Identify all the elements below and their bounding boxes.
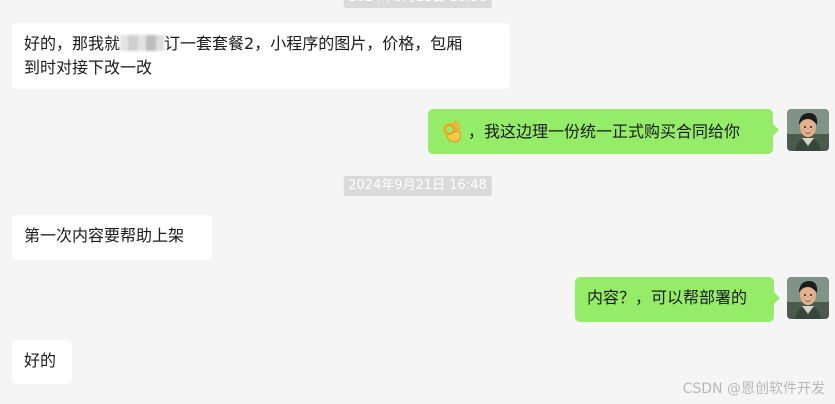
csdn-watermark: CSDN @恩创软件开发 <box>682 381 825 397</box>
message-text: 第一次内容要帮助上架 <box>24 226 185 245</box>
message-bubble-sent[interactable]: ，我这边理一份统一正式购买合同给你 <box>428 109 779 154</box>
message-text: ，我这边理一份统一正式购买合同给你 <box>468 121 741 141</box>
message-bubble-received[interactable]: 第一次内容要帮助上架 <box>12 215 212 260</box>
message-text: 好的 <box>24 351 57 370</box>
message-text: 到时对接下改一改 <box>24 58 153 77</box>
message-bubble-sent[interactable]: 内容？，可以帮部署的 <box>575 277 780 322</box>
chat-timestamp: 2024年9月21日 16:48 <box>343 176 492 196</box>
message-bubble-received[interactable]: 好的 <box>12 340 72 384</box>
message-text: 好的，那我就 <box>24 34 121 53</box>
message-text: 内容？，可以帮部署的 <box>587 288 748 307</box>
message-text: 订一套套餐2，小程序的图片，价格，包厢 <box>164 34 463 53</box>
ok-hand-icon <box>440 120 464 144</box>
chat-timestamp: 2024年9月21日 16:36 <box>343 0 492 8</box>
message-bubble-received[interactable]: 好的，那我就 订一套套餐2，小程序的图片，价格，包厢 到时对接下改一改 <box>12 23 510 89</box>
avatar[interactable] <box>787 109 829 151</box>
redacted-text <box>120 35 165 51</box>
avatar[interactable] <box>787 277 829 319</box>
